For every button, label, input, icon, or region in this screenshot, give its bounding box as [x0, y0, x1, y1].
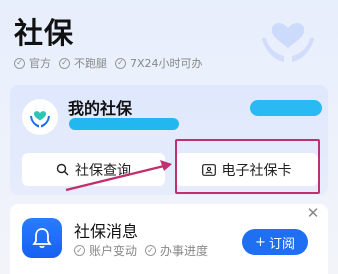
close-icon[interactable]: ✕ — [306, 206, 320, 221]
feature-label: 不跑腿 — [74, 57, 107, 70]
page-title: 社保 — [14, 16, 75, 50]
message-tag-label: 账户变动 — [89, 244, 138, 258]
arrow-annotation-icon — [65, 160, 172, 192]
check-circle-icon: ✓ — [145, 245, 157, 256]
feature-item: ✓ 不跑腿 — [59, 55, 107, 71]
message-tag: ✓ 办事进度 — [145, 242, 208, 259]
masked-user-info — [69, 118, 179, 130]
feature-item: ✓ 7X24小时可办 — [115, 55, 203, 71]
feature-list: ✓ 官方 ✓ 不跑腿 ✓ 7X24小时可办 — [14, 55, 203, 71]
highlight-box — [175, 139, 320, 194]
check-circle-icon: ✓ — [14, 57, 25, 69]
check-circle-icon: ✓ — [74, 245, 85, 256]
message-tags: ✓ 账户变动 ✓ 办事进度 — [74, 242, 208, 259]
feature-label: 7X24小时可办 — [130, 57, 203, 70]
message-tag-label: 办事进度 — [160, 244, 209, 258]
masked-status-badge — [250, 100, 322, 116]
plus-icon: + — [255, 234, 266, 250]
bell-icon — [22, 218, 62, 258]
feature-item: ✓ 官方 — [14, 55, 51, 71]
message-card: 社保消息 ✓ 账户变动 ✓ 办事进度 + 订阅 ✕ — [10, 204, 328, 274]
subscribe-button[interactable]: + 订阅 — [242, 229, 308, 255]
message-title: 社保消息 — [74, 222, 139, 241]
message-tag: ✓ 账户变动 — [74, 242, 137, 259]
avatar — [22, 99, 58, 135]
check-circle-icon: ✓ — [59, 57, 70, 69]
care-hands-icon — [30, 111, 50, 128]
feature-label: 官方 — [29, 57, 51, 70]
card-title: 我的社保 — [68, 99, 133, 118]
check-circle-icon: ✓ — [115, 57, 126, 69]
subscribe-label: 订阅 — [268, 236, 295, 252]
care-hands-icon — [262, 23, 314, 62]
